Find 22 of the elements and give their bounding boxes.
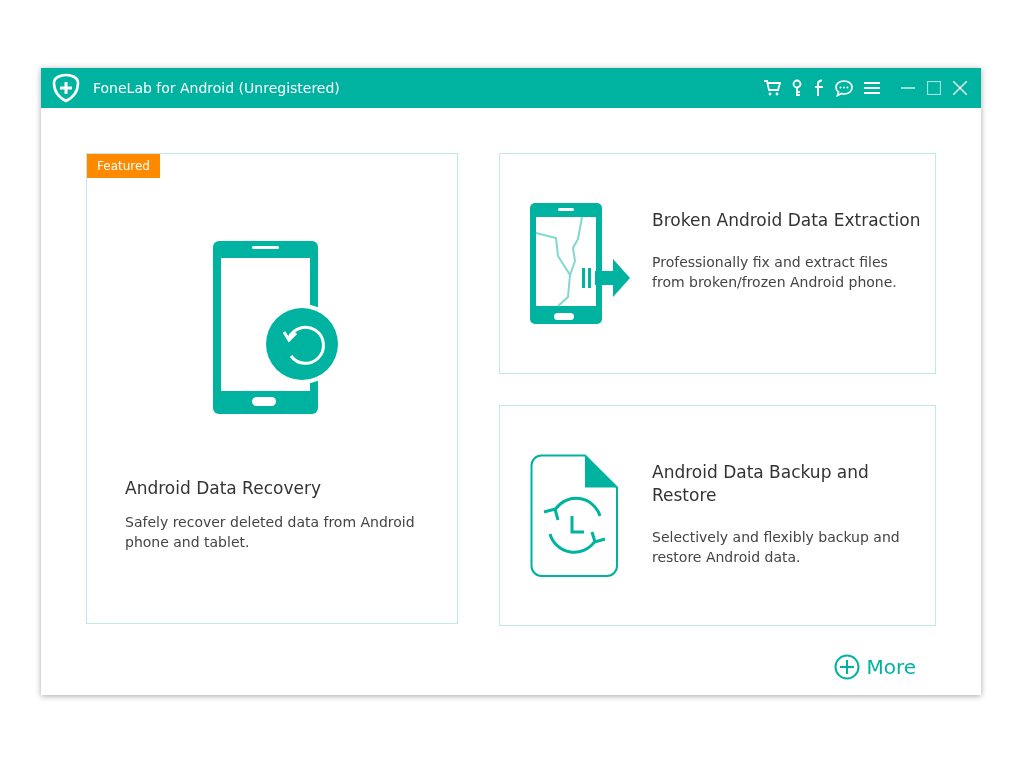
featured-badge: Featured (87, 154, 160, 178)
plus-circle-icon (834, 654, 861, 680)
card-description: Selectively and flexibly backup and restore Android data. (652, 528, 901, 567)
menu-icon[interactable] (863, 80, 881, 96)
chat-icon[interactable] (834, 79, 854, 97)
logo-icon (51, 73, 81, 103)
feature-card[interactable]: Android Data Backup and Restore Selectively and flexibly backup and restore Android data. (499, 405, 936, 626)
facebook-icon[interactable] (813, 79, 825, 97)
file-clock-icon (530, 454, 619, 578)
broken-phone-icon (530, 203, 630, 325)
key-icon[interactable] (790, 79, 804, 97)
card-title: Android Data Backup and Restore (652, 461, 870, 507)
cart-icon[interactable] (763, 79, 781, 97)
close-icon[interactable] (953, 81, 967, 95)
card-title: Android Data Recovery (125, 477, 322, 500)
feature-card[interactable]: Featured Android Data Recovery Safely recover deleted data from Android phone and tablet. (86, 153, 458, 624)
feature-card[interactable]: Broken Android Data Extraction Professionally fix and extract files from broken/frozen Android phone. (499, 153, 936, 374)
window-title: FoneLab for Android (Unregistered) (93, 78, 340, 98)
maximize-icon[interactable] (927, 81, 941, 95)
card-description: Safely recover deleted data from Android phone and tablet. (125, 513, 416, 552)
card-description: Professionally fix and extract files from broken/frozen Android phone. (652, 253, 898, 292)
card-title: Broken Android Data Extraction (652, 209, 921, 232)
